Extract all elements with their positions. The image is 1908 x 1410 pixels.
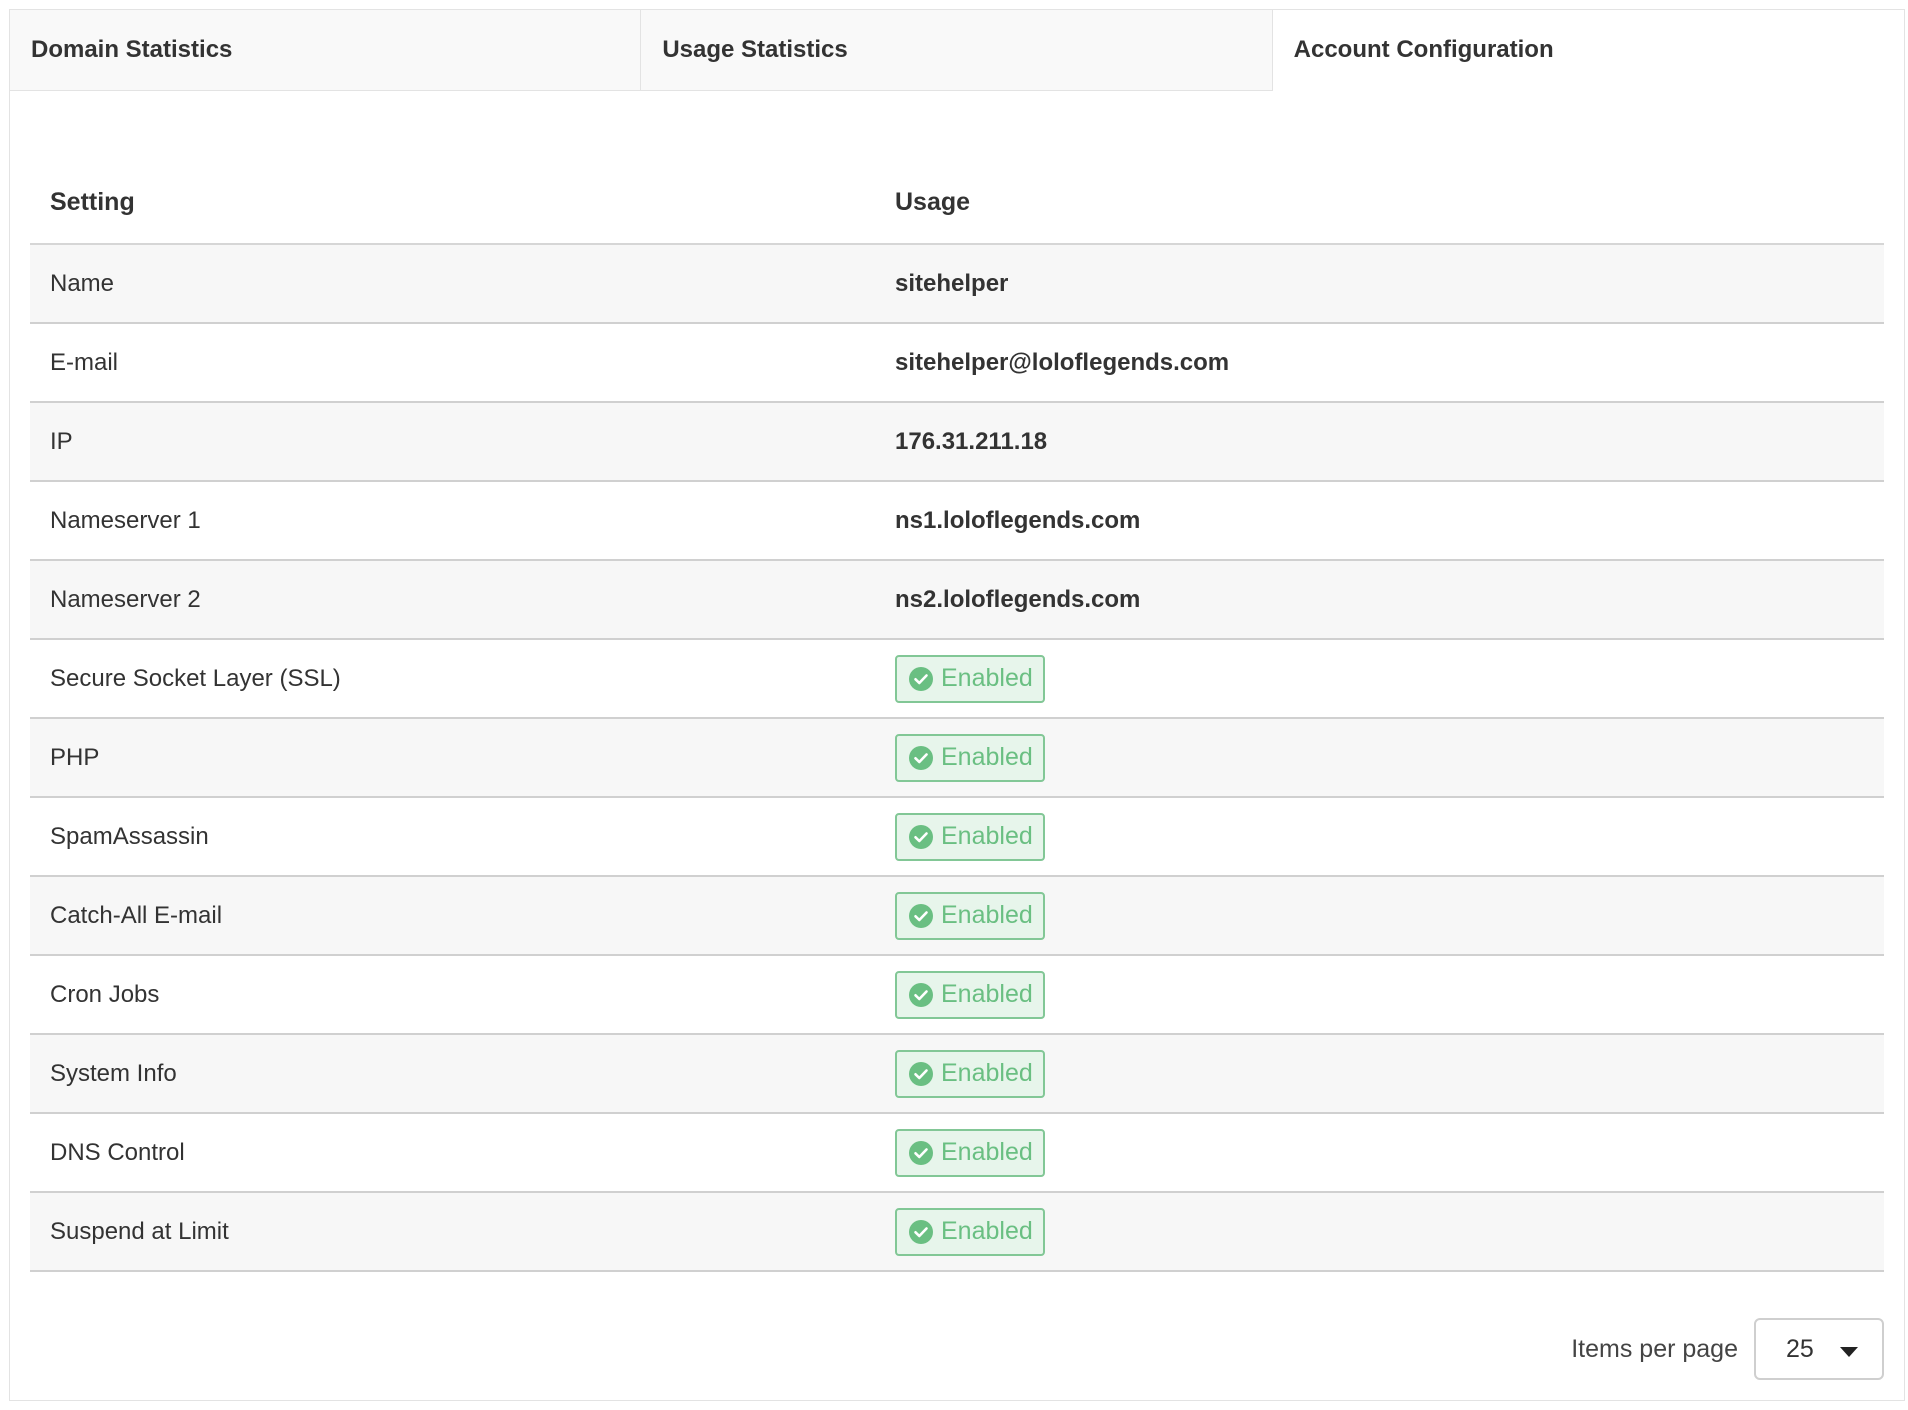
setting-name: Nameserver 2 <box>30 560 875 640</box>
table-row: System Info Enabled <box>30 1034 1884 1114</box>
status-badge: Enabled <box>895 970 1045 1019</box>
status-badge: Enabled <box>895 1049 1045 1098</box>
header-usage: Usage <box>875 161 1884 245</box>
check-circle-icon <box>909 982 933 1007</box>
setting-value: 176.31.211.18 <box>895 427 1048 455</box>
items-per-page-select[interactable]: 25 <box>1754 1318 1884 1380</box>
table-row: E-mail sitehelper@loloflegends.com <box>30 323 1884 403</box>
setting-name: Suspend at Limit <box>30 1192 875 1272</box>
setting-value-cell: Enabled <box>875 1192 1884 1272</box>
setting-value-cell: Enabled <box>875 1113 1884 1193</box>
check-circle-icon <box>909 1061 933 1086</box>
setting-name: Nameserver 1 <box>30 481 875 561</box>
status-badge-label: Enabled <box>941 1138 1033 1166</box>
setting-value-cell: Enabled <box>875 876 1884 956</box>
setting-name: Cron Jobs <box>30 955 875 1035</box>
setting-name: PHP <box>30 718 875 798</box>
setting-name: IP <box>30 402 875 482</box>
items-per-page-label: Items per page <box>1571 1334 1738 1363</box>
table-row: Nameserver 1 ns1.loloflegends.com <box>30 481 1884 561</box>
tab-domain-statistics[interactable]: Domain Statistics <box>10 10 642 90</box>
tab-usage-statistics[interactable]: Usage Statistics <box>641 10 1273 90</box>
setting-value: ns1.loloflegends.com <box>895 506 1141 534</box>
setting-name: Name <box>30 244 875 324</box>
status-badge: Enabled <box>895 654 1045 703</box>
tab-account-configuration[interactable]: Account Configuration <box>1272 10 1904 91</box>
setting-value-cell: Enabled <box>875 718 1884 798</box>
header-setting: Setting <box>30 161 875 245</box>
setting-name: System Info <box>30 1034 875 1114</box>
table-row: Name sitehelper <box>30 244 1884 324</box>
setting-value-cell: ns2.loloflegends.com <box>875 560 1884 640</box>
tab-content: Setting Usage Name sitehelper E-mail sitehe… <box>10 91 1904 1272</box>
check-circle-icon <box>909 666 933 691</box>
status-badge-label: Enabled <box>941 743 1033 771</box>
setting-name: Catch-All E-mail <box>30 876 875 956</box>
status-badge: Enabled <box>895 733 1045 782</box>
setting-value-cell: ns1.loloflegends.com <box>875 481 1884 561</box>
status-badge-label: Enabled <box>941 901 1033 929</box>
setting-name: DNS Control <box>30 1113 875 1193</box>
setting-name: E-mail <box>30 323 875 403</box>
setting-value-cell: sitehelper <box>875 244 1884 324</box>
status-badge: Enabled <box>895 1128 1045 1177</box>
status-badge-label: Enabled <box>941 980 1033 1008</box>
items-per-page-value: 25 <box>1786 1334 1814 1363</box>
check-circle-icon <box>909 903 933 928</box>
account-panel: Domain Statistics Usage Statistics Accou… <box>9 9 1905 1401</box>
caret-down-icon <box>1840 1335 1858 1364</box>
status-badge: Enabled <box>895 1207 1045 1256</box>
table-row: PHP Enabled <box>30 718 1884 798</box>
setting-value-cell: Enabled <box>875 639 1884 719</box>
check-circle-icon <box>909 824 933 849</box>
status-badge-label: Enabled <box>941 1059 1033 1087</box>
status-badge: Enabled <box>895 891 1045 940</box>
check-circle-icon <box>909 1140 933 1165</box>
status-badge-label: Enabled <box>941 664 1033 692</box>
status-badge: Enabled <box>895 812 1045 861</box>
table-row: Nameserver 2 ns2.loloflegends.com <box>30 560 1884 640</box>
account-config-table: Setting Usage Name sitehelper E-mail sitehe… <box>30 161 1884 1272</box>
setting-value: ns2.loloflegends.com <box>895 585 1141 613</box>
table-row: Secure Socket Layer (SSL) Enabled <box>30 639 1884 719</box>
setting-value-cell: Enabled <box>875 797 1884 877</box>
status-badge-label: Enabled <box>941 822 1033 850</box>
table-row: IP 176.31.211.18 <box>30 402 1884 482</box>
setting-name: Secure Socket Layer (SSL) <box>30 639 875 719</box>
setting-value: sitehelper <box>895 269 1009 297</box>
pagination-footer: Items per page 25 <box>1571 1318 1884 1380</box>
check-circle-icon <box>909 1219 933 1244</box>
table-row: Suspend at Limit Enabled <box>30 1192 1884 1272</box>
setting-name: SpamAssassin <box>30 797 875 877</box>
setting-value-cell: 176.31.211.18 <box>875 402 1884 482</box>
table-row: DNS Control Enabled <box>30 1113 1884 1193</box>
setting-value-cell: Enabled <box>875 955 1884 1035</box>
setting-value-cell: sitehelper@loloflegends.com <box>875 323 1884 403</box>
table-header-row: Setting Usage <box>30 161 1884 245</box>
setting-value: sitehelper@loloflegends.com <box>895 348 1230 376</box>
status-badge-label: Enabled <box>941 1217 1033 1245</box>
check-circle-icon <box>909 745 933 770</box>
setting-value-cell: Enabled <box>875 1034 1884 1114</box>
table-row: Catch-All E-mail Enabled <box>30 876 1884 956</box>
table-row: Cron Jobs Enabled <box>30 955 1884 1035</box>
tab-bar: Domain Statistics Usage Statistics Accou… <box>10 10 1904 91</box>
table-row: SpamAssassin Enabled <box>30 797 1884 877</box>
